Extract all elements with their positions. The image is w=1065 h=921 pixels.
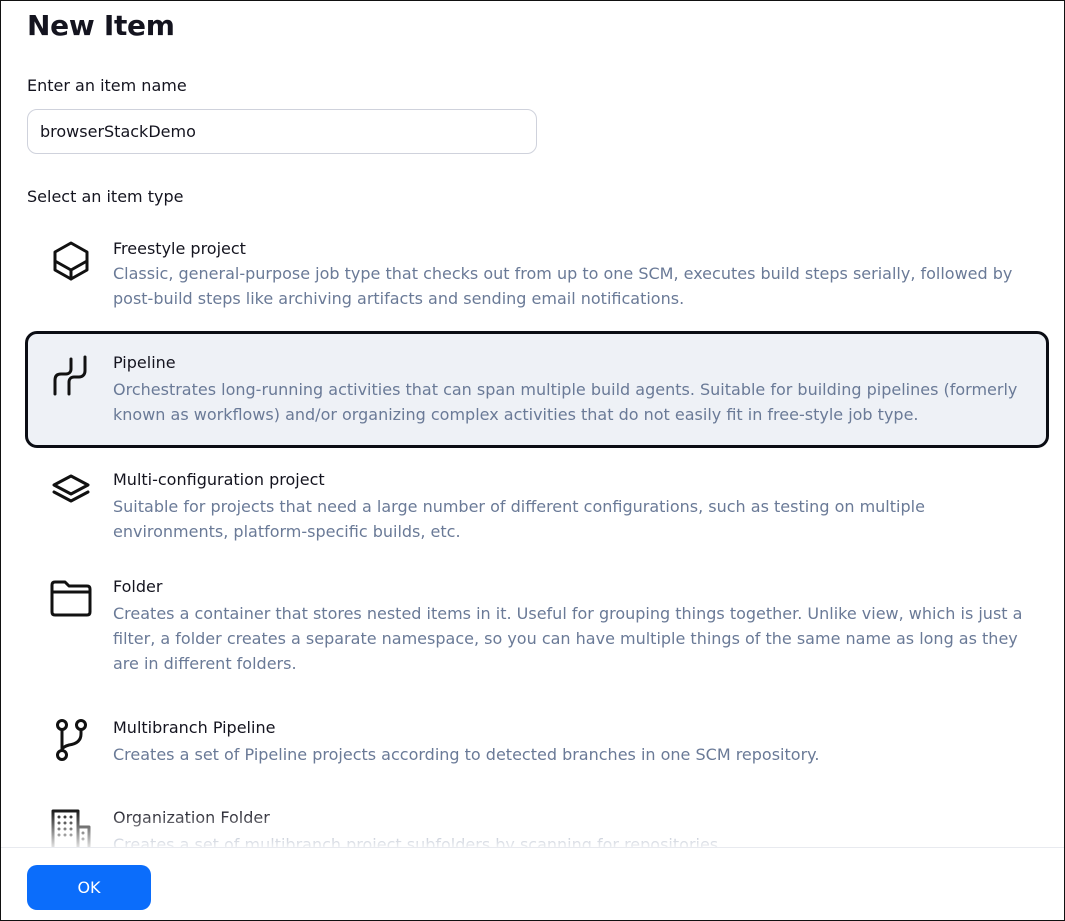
page-title: New Item <box>27 9 175 42</box>
item-type-freestyle-project[interactable]: Freestyle project Classic, general-purpo… <box>25 223 1049 323</box>
ok-button[interactable]: OK <box>27 865 151 910</box>
item-type-title: Organization Folder <box>113 808 270 827</box>
folder-icon <box>48 575 94 621</box>
item-type-description: Suitable for projects that need a large … <box>113 497 925 541</box>
item-type-description: Creates a set of Pipeline projects accor… <box>113 745 820 764</box>
cube-icon <box>48 238 94 284</box>
footer-bar <box>1 847 1064 920</box>
item-type-folder[interactable]: Folder Creates a container that stores n… <box>25 564 1049 694</box>
item-type-pipeline[interactable]: Pipeline Orchestrates long-running activ… <box>25 331 1049 448</box>
item-type-multibranch-pipeline[interactable]: Multibranch Pipeline Creates a set of Pi… <box>25 704 1049 794</box>
item-type-description: Creates a container that stores nested i… <box>113 604 1023 673</box>
item-type-title: Multibranch Pipeline <box>113 718 276 737</box>
item-type-multi-configuration-project[interactable]: Multi-configuration project Suitable for… <box>25 456 1049 556</box>
item-name-label: Enter an item name <box>27 76 187 95</box>
item-name-input[interactable] <box>27 109 537 154</box>
item-type-description: Orchestrates long-running activities tha… <box>113 380 1018 424</box>
pipeline-icon <box>48 352 94 398</box>
item-type-label: Select an item type <box>27 187 184 206</box>
item-type-description: Classic, general-purpose job type that c… <box>113 264 1013 308</box>
item-type-title: Freestyle project <box>113 239 246 258</box>
new-item-page: New Item Enter an item name Select an it… <box>0 0 1065 921</box>
item-type-title: Folder <box>113 577 163 596</box>
item-type-title: Pipeline <box>113 353 176 372</box>
branch-icon <box>48 717 94 763</box>
item-type-title: Multi-configuration project <box>113 470 325 489</box>
layers-icon <box>48 467 94 513</box>
